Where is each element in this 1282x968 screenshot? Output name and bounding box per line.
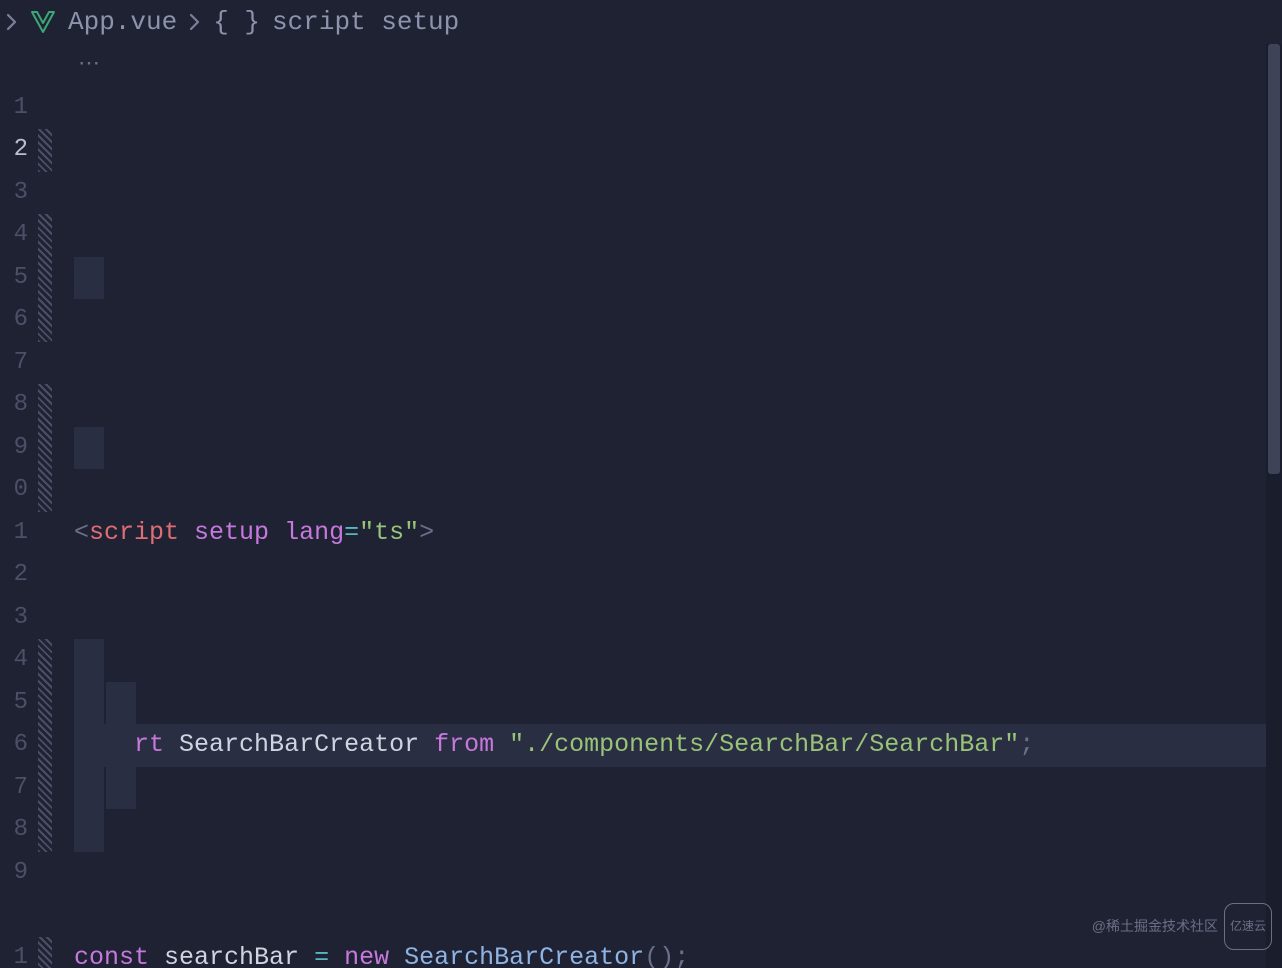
code-line[interactable]: <script setup lang="ts"> <box>74 512 1282 555</box>
watermark-text: @稀土掘金技术社区 <box>1092 905 1218 948</box>
watermark: @稀土掘金技术社区 亿速云 <box>1092 903 1272 951</box>
vue-file-icon <box>30 10 56 34</box>
breadcrumb: App.vue { } script setup <box>0 0 1282 44</box>
scrollbar-thumb[interactable] <box>1268 44 1280 474</box>
chevron-right-icon <box>6 13 18 31</box>
code-editor[interactable]: 1 2 3 4 5 6 7 8 9 0 1 2 3 4 5 6 7 8 9 1 <box>0 87 1282 968</box>
folded-region[interactable]: ⋯ <box>0 44 1282 87</box>
watermark-brand: 亿速云 <box>1224 903 1272 951</box>
code-line[interactable]: import SearchBarCreator from "./componen… <box>74 724 1282 767</box>
line-number-gutter: 1 2 3 4 5 6 7 8 9 0 1 2 3 4 5 6 7 8 9 1 <box>0 87 34 968</box>
ellipsis-icon: ⋯ <box>60 44 102 87</box>
breadcrumb-file[interactable]: App.vue <box>68 1 177 44</box>
breadcrumb-symbol[interactable]: script setup <box>272 1 459 44</box>
code-area[interactable]: <script setup lang="ts"> import SearchBa… <box>56 87 1282 968</box>
diff-gutter <box>34 87 56 968</box>
symbol-icon: { } <box>213 1 260 44</box>
vertical-scrollbar[interactable] <box>1266 44 1282 968</box>
chevron-right-icon <box>189 13 201 31</box>
